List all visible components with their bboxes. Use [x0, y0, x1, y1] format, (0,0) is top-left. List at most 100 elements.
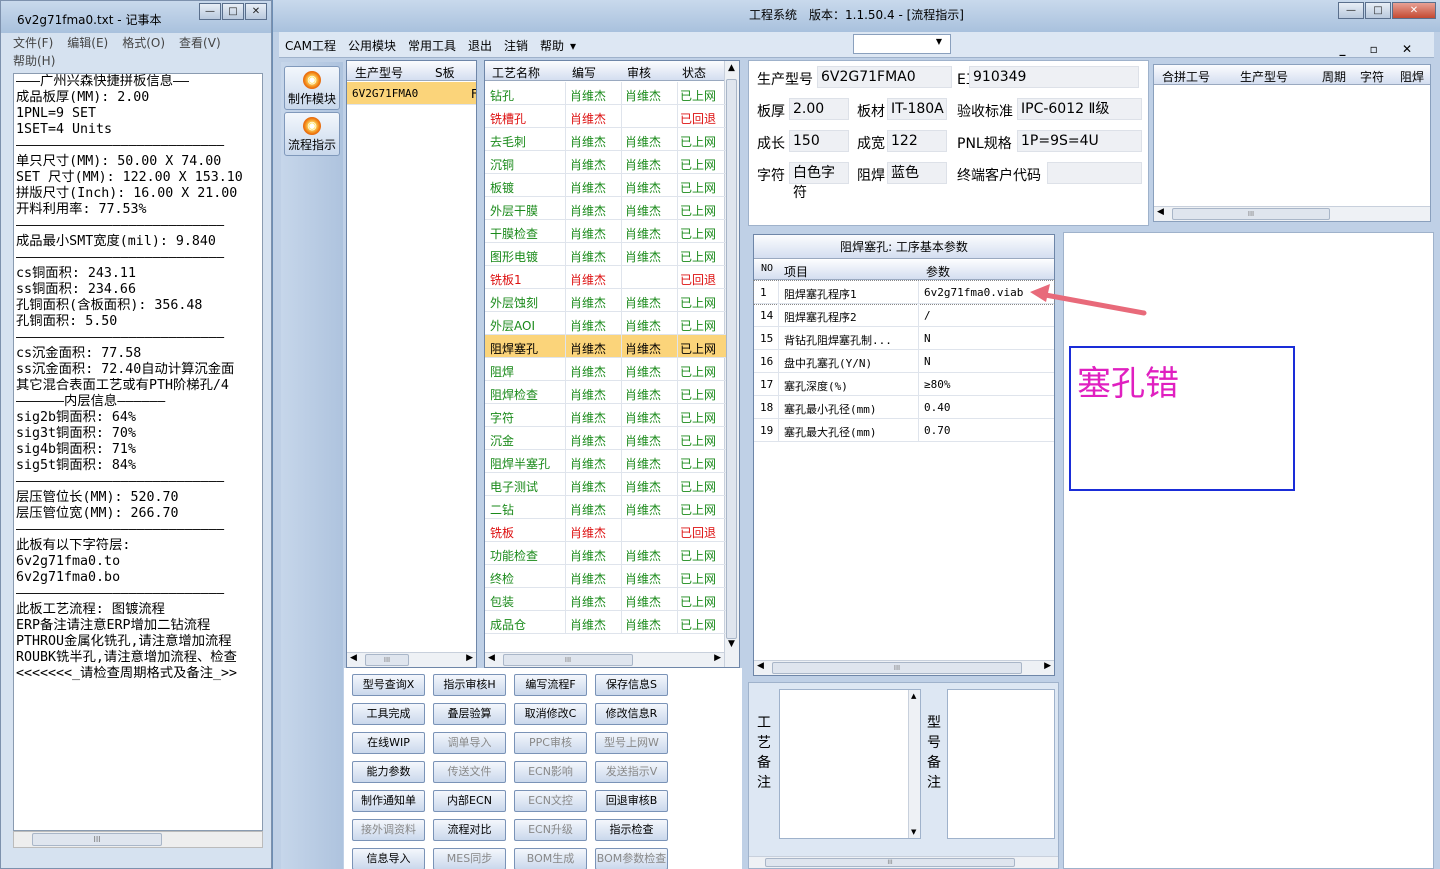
action-button[interactable]: 发送指示V: [595, 761, 668, 783]
table-row[interactable]: 18 塞孔最小孔径(mm) 0.40: [754, 396, 1054, 419]
arrow-left-icon[interactable]: ◀: [488, 653, 495, 663]
process-note-textarea[interactable]: ▲ ▼: [779, 689, 921, 839]
minimize-icon[interactable]: —: [199, 3, 221, 20]
action-button[interactable]: 型号查询X: [352, 674, 425, 696]
action-button[interactable]: ECN升级: [514, 819, 587, 841]
scroll-thumb[interactable]: III: [765, 858, 1015, 867]
field-value[interactable]: 蓝色: [887, 162, 947, 184]
action-button[interactable]: 内部ECN: [433, 790, 506, 812]
action-button[interactable]: 回退审核B: [595, 790, 668, 812]
arrow-down-icon[interactable]: ▼: [911, 828, 916, 836]
menu-public[interactable]: 公用模块: [348, 37, 396, 54]
notepad-hscrollbar[interactable]: III: [13, 831, 263, 848]
action-button[interactable]: ECN文控: [514, 790, 587, 812]
table-row[interactable]: 14 阻焊塞孔程序2 /: [754, 304, 1054, 327]
scroll-thumb[interactable]: III: [365, 654, 409, 666]
table-row[interactable]: 终检 肖维杰 肖维杰 已上网: [485, 565, 726, 588]
field-value[interactable]: 白色字符: [789, 162, 849, 201]
arrow-right-icon[interactable]: ▶: [466, 653, 473, 663]
table-row[interactable]: 干膜检查 肖维杰 肖维杰 已上网: [485, 220, 726, 243]
merge-grid-hscrollbar[interactable]: ◀ III: [1154, 206, 1430, 221]
action-button[interactable]: 信息导入: [352, 848, 425, 869]
action-button[interactable]: 在线WIP: [352, 732, 425, 754]
maximize-icon[interactable]: □: [1365, 2, 1391, 19]
col-writer[interactable]: 编写: [572, 64, 596, 81]
col-s-board[interactable]: S板: [435, 64, 455, 81]
field-value[interactable]: 1P=9S=4U: [1017, 130, 1142, 152]
table-row[interactable]: 成品仓 肖维杰 肖维杰 已上网: [485, 611, 726, 634]
col-model[interactable]: 生产型号: [355, 64, 403, 81]
process-grid-vscrollbar[interactable]: ▲ ▼: [724, 61, 739, 667]
col-item[interactable]: 项目: [784, 263, 808, 280]
menu-help[interactable]: 帮助: [540, 37, 564, 54]
action-button[interactable]: 指示审核H: [433, 674, 506, 696]
table-row[interactable]: 17 塞孔深度(%) ≥80%: [754, 373, 1054, 396]
action-button[interactable]: 接外调资料: [352, 819, 425, 841]
mdi-controls[interactable]: _ ▫ ✕: [1339, 42, 1422, 56]
field-value[interactable]: [1047, 162, 1142, 184]
minimize-icon[interactable]: —: [1338, 2, 1364, 19]
maximize-icon[interactable]: □: [222, 3, 244, 20]
table-row[interactable]: 功能检查 肖维杰 肖维杰 已上网: [485, 542, 726, 565]
action-button[interactable]: BOM参数检查: [595, 848, 668, 869]
scroll-thumb[interactable]: III: [32, 833, 162, 846]
table-row[interactable]: 字符 肖维杰 肖维杰 已上网: [485, 404, 726, 427]
notes-hscrollbar[interactable]: III: [749, 856, 1058, 868]
action-button[interactable]: 叠层验算: [433, 703, 506, 725]
arrow-right-icon[interactable]: ▶: [714, 653, 721, 663]
action-button[interactable]: PPC审核: [514, 732, 587, 754]
action-button[interactable]: 能力参数: [352, 761, 425, 783]
col-auditor[interactable]: 审核: [627, 64, 651, 81]
menu-logout[interactable]: 注销: [504, 37, 528, 54]
action-button[interactable]: 调单导入: [433, 732, 506, 754]
table-row[interactable]: 电子测试 肖维杰 肖维杰 已上网: [485, 473, 726, 496]
table-row[interactable]: 6V2G71FMA0 F: [347, 82, 476, 105]
arrow-up-icon[interactable]: ▲: [728, 63, 735, 73]
arrow-up-icon[interactable]: ▲: [911, 692, 916, 700]
close-icon[interactable]: ✕: [1392, 2, 1436, 19]
table-row[interactable]: 16 盘中孔塞孔(Y/N) N: [754, 350, 1054, 373]
col-merge-no[interactable]: 合拼工号: [1162, 68, 1210, 85]
make-module-button[interactable]: ◉ 制作模块: [284, 66, 340, 110]
table-row[interactable]: 钻孔 肖维杰 肖维杰 已上网: [485, 82, 726, 105]
table-row[interactable]: 阻焊 肖维杰 肖维杰 已上网: [485, 358, 726, 381]
model-grid-hscrollbar[interactable]: ◀ III ▶: [347, 652, 476, 667]
col-status[interactable]: 状态: [682, 64, 706, 81]
process-instruction-button[interactable]: ◉ 流程指示: [284, 112, 340, 156]
action-button[interactable]: 保存信息S: [595, 674, 668, 696]
table-row[interactable]: 铣槽孔 肖维杰 已回退: [485, 105, 726, 128]
menu-tools[interactable]: 常用工具: [408, 37, 456, 54]
col-process-name[interactable]: 工艺名称: [492, 64, 540, 81]
scroll-thumb[interactable]: III: [772, 662, 1022, 674]
col-model[interactable]: 生产型号: [1240, 68, 1288, 85]
action-button[interactable]: 取消修改C: [514, 703, 587, 725]
table-row[interactable]: 15 背钻孔阻焊塞孔制... N: [754, 327, 1054, 350]
action-button[interactable]: BOM生成: [514, 848, 587, 869]
table-row[interactable]: 外层AOI 肖维杰 肖维杰 已上网: [485, 312, 726, 335]
close-icon[interactable]: ✕: [245, 3, 267, 20]
col-cycle[interactable]: 周期: [1322, 68, 1346, 85]
model-note-textarea[interactable]: [947, 689, 1055, 839]
arrow-right-icon[interactable]: ▶: [1044, 661, 1051, 671]
arrow-left-icon[interactable]: ◀: [1157, 207, 1164, 217]
arrow-left-icon[interactable]: ◀: [757, 661, 764, 671]
table-row[interactable]: 沉铜 肖维杰 肖维杰 已上网: [485, 151, 726, 174]
table-row[interactable]: 19 塞孔最大孔径(mm) 0.70: [754, 419, 1054, 442]
action-button[interactable]: 制作通知单: [352, 790, 425, 812]
menu-cam[interactable]: CAM工程: [285, 37, 336, 54]
action-button[interactable]: 指示检查: [595, 819, 668, 841]
menu-view[interactable]: 查看(V): [179, 36, 221, 50]
col-no[interactable]: NO: [761, 263, 773, 274]
param-grid-hscrollbar[interactable]: ◀ III ▶: [754, 660, 1054, 675]
table-row[interactable]: 板镀 肖维杰 肖维杰 已上网: [485, 174, 726, 197]
field-value[interactable]: 910349: [969, 66, 1139, 88]
scroll-thumb[interactable]: III: [1172, 208, 1330, 220]
col-value[interactable]: 参数: [926, 263, 950, 280]
process-grid-hscrollbar[interactable]: ◀ III ▶: [485, 652, 724, 667]
table-row[interactable]: 沉金 肖维杰 肖维杰 已上网: [485, 427, 726, 450]
field-value[interactable]: 6V2G71FMA0: [817, 66, 952, 88]
menu-format[interactable]: 格式(O): [122, 36, 165, 50]
arrow-down-icon[interactable]: ▼: [728, 639, 735, 649]
table-row[interactable]: 阻焊半塞孔 肖维杰 肖维杰 已上网: [485, 450, 726, 473]
chevron-down-icon[interactable]: ▾: [570, 39, 576, 53]
